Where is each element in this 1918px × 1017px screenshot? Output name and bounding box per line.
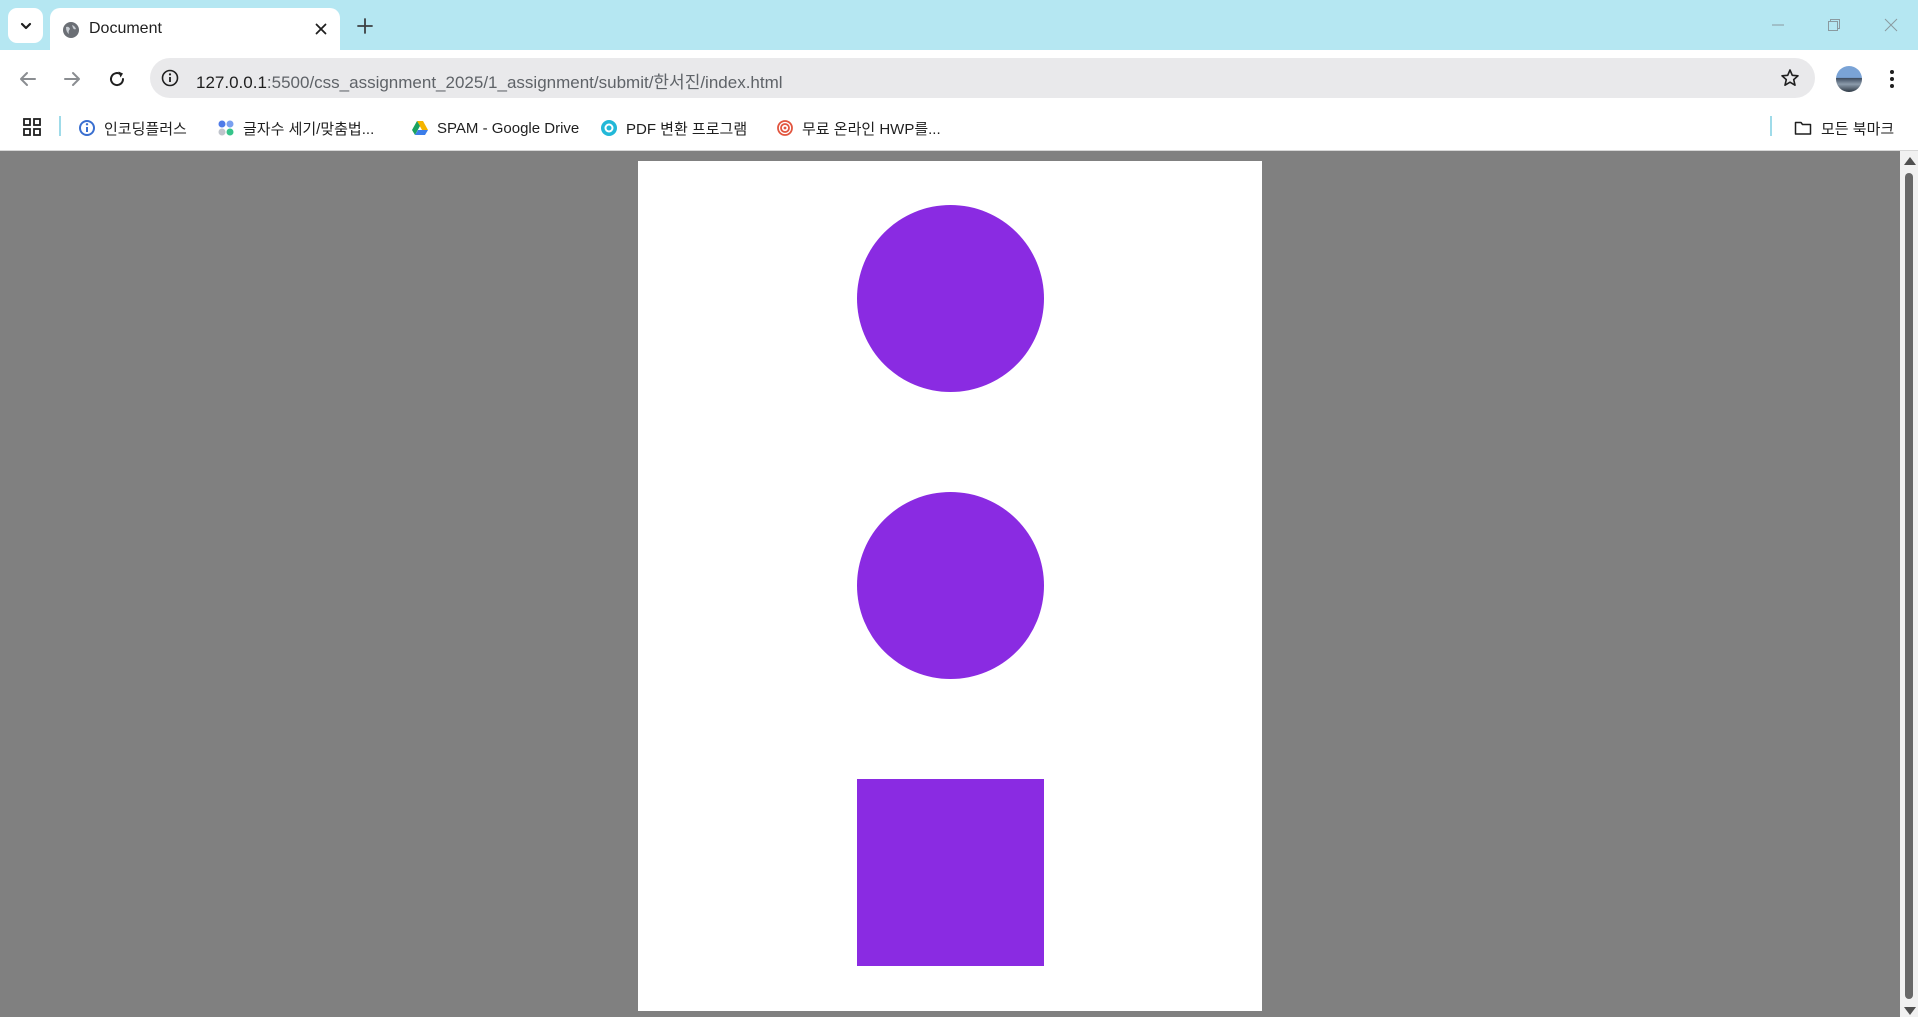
restore-button[interactable]	[1819, 10, 1849, 40]
spiral-icon	[777, 120, 793, 136]
bookmarks-bar: 인코딩플러스 글자수 세기/맞춤법... SPAM - Google Drive…	[0, 107, 1918, 151]
chevron-down-icon	[20, 22, 31, 29]
bookmark-label: SPAM - Google Drive	[437, 119, 580, 137]
vertical-scrollbar[interactable]	[1900, 151, 1918, 1017]
globe-icon	[63, 22, 79, 38]
reload-icon	[110, 71, 125, 87]
info-icon	[161, 69, 179, 87]
more-vertical-icon	[1890, 70, 1894, 88]
bookmarks-separator	[1770, 116, 1772, 136]
star-icon	[1781, 69, 1799, 86]
info-circle-icon	[79, 120, 95, 136]
all-bookmarks-label: 모든 북마크	[1821, 120, 1895, 138]
scroll-up-arrow-icon[interactable]	[1904, 157, 1916, 165]
bookmark-item[interactable]: PDF 변환 프로그램	[600, 115, 747, 141]
profile-avatar[interactable]	[1836, 66, 1862, 92]
new-tab-button[interactable]	[351, 12, 379, 40]
bookmark-item[interactable]: 글자수 세기/맞춤법...	[217, 115, 374, 141]
reload-button[interactable]	[102, 64, 132, 94]
restore-icon	[1828, 19, 1840, 31]
apps-grid-icon[interactable]	[22, 117, 42, 137]
title-bar: Document	[0, 0, 1918, 50]
bookmark-label: PDF 변환 프로그램	[626, 120, 748, 138]
bookmark-item[interactable]: 인코딩플러스	[78, 115, 187, 141]
purple-circle-2	[857, 492, 1044, 679]
bookmark-label: 글자수 세기/맞춤법...	[243, 120, 375, 138]
bookmark-item[interactable]: SPAM - Google Drive	[411, 115, 579, 141]
google-drive-icon	[412, 121, 428, 135]
scroll-down-arrow-icon[interactable]	[1904, 1007, 1916, 1015]
url-text[interactable]: 127.0.0.1:5500/css_assignment_2025/1_ass…	[196, 68, 783, 93]
tab-title: Document	[89, 20, 162, 37]
site-info-button[interactable]	[160, 68, 180, 88]
bookmarks-separator	[59, 116, 61, 136]
all-bookmarks-button[interactable]: 모든 북마크	[1793, 115, 1894, 141]
bookmark-star-button[interactable]	[1779, 67, 1801, 89]
arrow-right-icon	[64, 72, 80, 86]
bookmark-label: 인코딩플러스	[104, 120, 187, 138]
tab-search-button[interactable]	[8, 8, 43, 43]
folder-icon	[1794, 121, 1812, 135]
page-viewport	[0, 151, 1900, 1017]
browser-toolbar: 127.0.0.1:5500/css_assignment_2025/1_ass…	[0, 50, 1918, 107]
url-host: 127.0.0.1	[196, 73, 267, 92]
bookmark-label: 무료 온라인 HWP를...	[802, 120, 941, 138]
url-path: :5500/css_assignment_2025/1_assignment/s…	[266, 73, 783, 92]
plus-icon	[357, 18, 373, 34]
window-close-button[interactable]	[1876, 10, 1906, 40]
minimize-button[interactable]	[1763, 10, 1793, 40]
bookmark-item[interactable]: 무료 온라인 HWP를...	[776, 115, 941, 141]
tab-close-button[interactable]	[312, 20, 330, 38]
dots-grid-icon	[218, 120, 234, 136]
minimize-icon	[1772, 24, 1784, 26]
document-canvas	[638, 161, 1262, 1011]
scrollbar-thumb[interactable]	[1905, 173, 1913, 999]
forward-button[interactable]	[57, 64, 87, 94]
purple-square	[857, 779, 1044, 966]
browser-menu-button[interactable]	[1880, 64, 1904, 94]
browser-tab[interactable]: Document	[50, 8, 340, 50]
close-icon	[315, 23, 327, 35]
purple-circle-1	[857, 205, 1044, 392]
pdf-converter-icon	[601, 120, 617, 136]
back-button[interactable]	[13, 64, 43, 94]
arrow-left-icon	[20, 72, 36, 86]
close-icon	[1884, 18, 1898, 32]
address-bar[interactable]: 127.0.0.1:5500/css_assignment_2025/1_ass…	[150, 58, 1815, 98]
